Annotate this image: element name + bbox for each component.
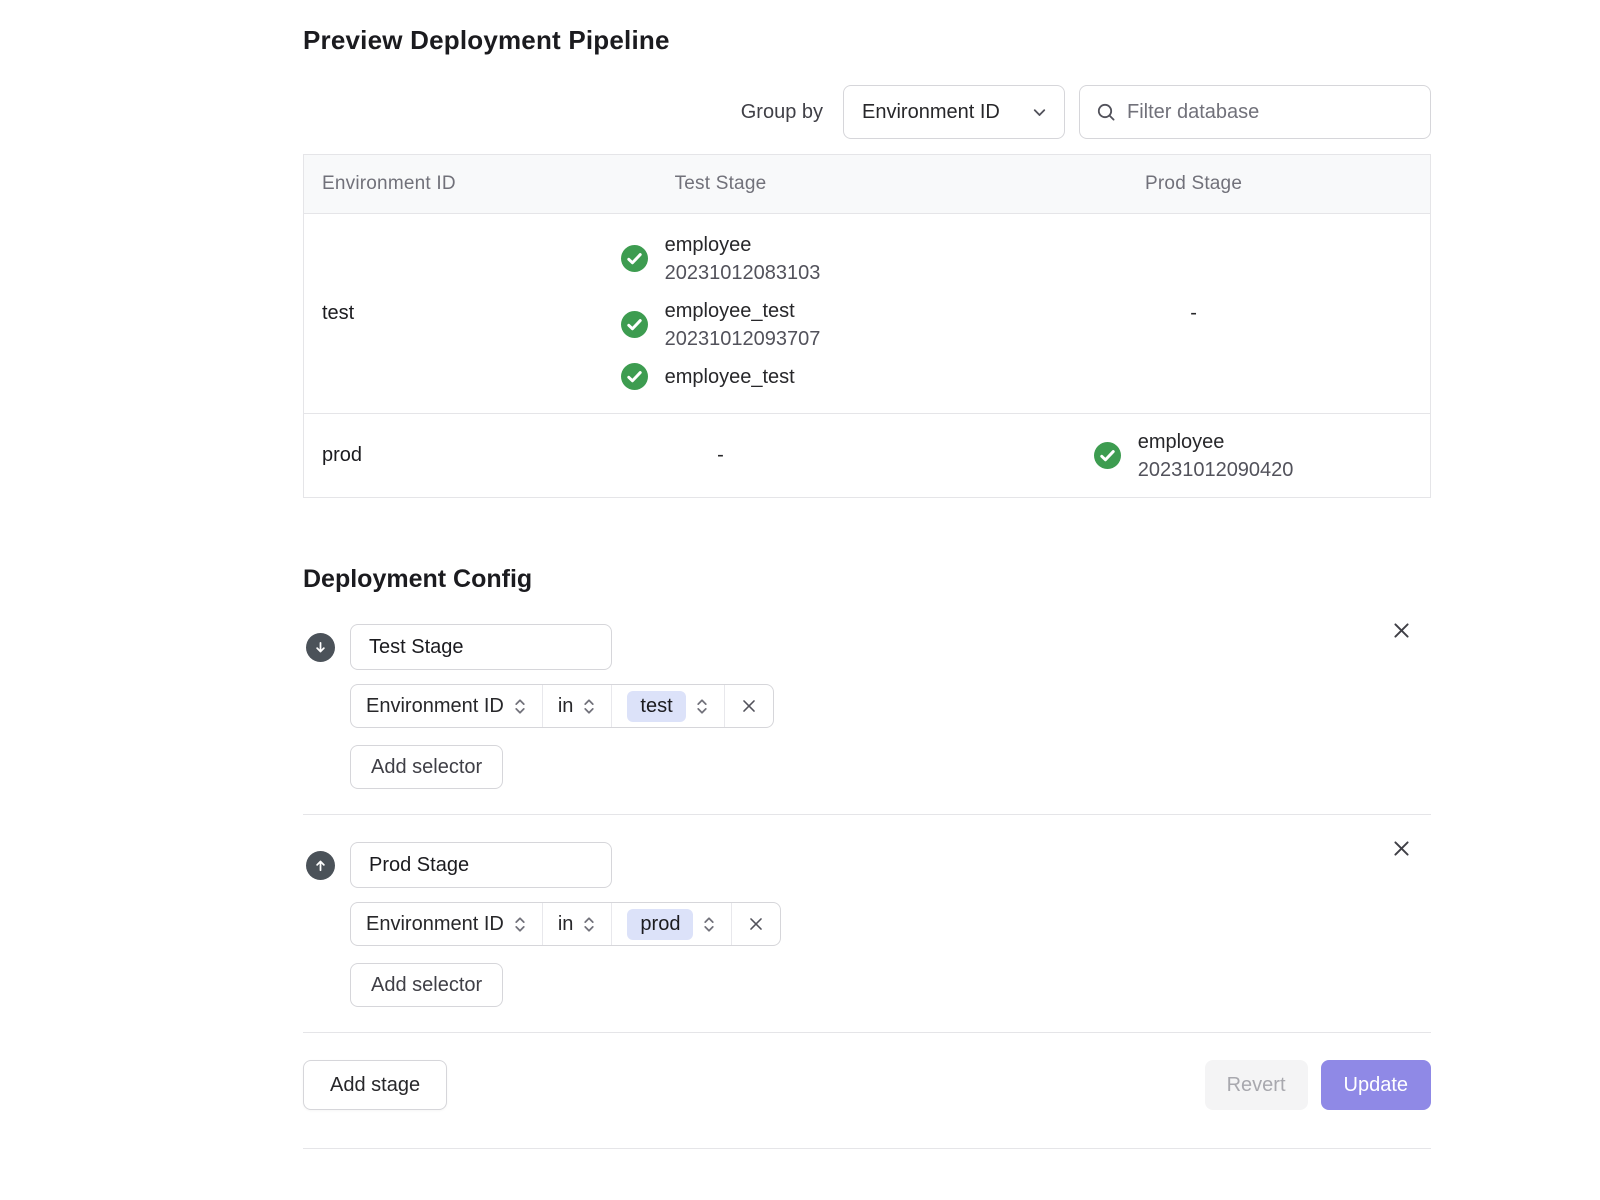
config-footer: Add stage Revert Update [303,1060,1431,1110]
stage-name-input[interactable] [350,624,612,670]
selector-rule: Environment ID in test [350,684,774,728]
add-selector-button[interactable]: Add selector [350,745,503,789]
database-entry: employee 20231012083103 [621,231,821,287]
test-stage-cell: - [484,414,957,498]
table-row: test employee 20231012083103 [304,214,1431,414]
selector-field-select[interactable]: Environment ID [351,685,542,727]
deployment-config-title: Deployment Config [303,564,1431,594]
table-header-row: Environment ID Test Stage Prod Stage [304,155,1431,214]
database-name: employee [665,231,821,259]
remove-stage-button[interactable] [1389,836,1414,861]
chevron-up-down-icon [582,697,596,716]
database-version: 20231012090420 [1138,456,1294,484]
selector-value-select[interactable]: prod [611,903,731,945]
section-divider [303,1032,1431,1033]
group-by-selected-value: Environment ID [862,101,1000,124]
update-button[interactable]: Update [1321,1060,1432,1110]
selector-operator-select[interactable]: in [542,903,612,945]
database-list: employee 20231012083103 employee_test 20… [621,231,821,391]
chevron-up-down-icon [702,915,716,934]
prod-stage-cell: employee 20231012090420 [957,414,1430,498]
check-circle-icon [621,311,648,338]
stage-config-test: Environment ID in test [303,624,1431,789]
table-row: prod - employee 20231012090420 [304,414,1431,498]
column-header-prod-stage: Prod Stage [957,155,1430,214]
arrow-down-icon [306,633,335,662]
column-header-environment-id: Environment ID [304,155,484,214]
chevron-up-down-icon [513,697,527,716]
filter-database-input[interactable] [1127,101,1414,124]
pipeline-toolbar: Group by Environment ID [303,85,1431,139]
database-entry: employee_test 20231012093707 [621,297,821,353]
deployment-pipeline-table: Environment ID Test Stage Prod Stage tes… [303,154,1431,498]
selector-rule: Environment ID in prod [350,902,781,946]
test-stage-cell: employee 20231012083103 employee_test 20… [484,214,957,414]
database-name: employee_test [665,297,821,325]
arrow-up-icon [306,851,335,880]
selector-field-value: Environment ID [366,913,504,936]
selector-operator-value: in [558,695,574,718]
section-divider [303,814,1431,815]
add-stage-button[interactable]: Add stage [303,1060,447,1110]
selector-value-select[interactable]: test [611,685,723,727]
chevron-up-down-icon [695,697,709,716]
empty-stage-placeholder: - [1190,302,1197,324]
close-icon [740,697,758,715]
close-icon [1391,838,1412,859]
environment-id-cell: prod [304,414,484,498]
selector-value-tag: test [627,691,685,722]
database-name: employee [1138,428,1294,456]
bottom-divider [303,1148,1431,1149]
selector-field-value: Environment ID [366,695,504,718]
search-icon [1096,102,1116,122]
selector-value-tag: prod [627,909,693,940]
database-version: 20231012083103 [665,259,821,287]
stage-name-input[interactable] [350,842,612,888]
database-version: 20231012093707 [665,325,821,353]
database-list: employee 20231012090420 [1094,428,1294,484]
revert-button[interactable]: Revert [1205,1060,1308,1110]
filter-database-box [1079,85,1431,139]
database-name: employee_test [665,363,795,391]
stage-config-prod: Environment ID in prod [303,842,1431,1007]
selector-field-select[interactable]: Environment ID [351,903,542,945]
close-icon [747,915,765,933]
remove-selector-button[interactable] [731,903,780,945]
selector-operator-value: in [558,913,574,936]
chevron-down-icon [1031,104,1048,121]
chevron-up-down-icon [582,915,596,934]
check-circle-icon [1094,442,1121,469]
remove-selector-button[interactable] [724,685,773,727]
database-entry: employee_test [621,363,821,391]
selector-operator-select[interactable]: in [542,685,612,727]
check-circle-icon [621,245,648,272]
check-circle-icon [621,363,648,390]
empty-stage-placeholder: - [717,444,724,466]
page-title: Preview Deployment Pipeline [303,24,1431,56]
group-by-select[interactable]: Environment ID [843,85,1065,139]
chevron-up-down-icon [513,915,527,934]
add-selector-button[interactable]: Add selector [350,963,503,1007]
database-entry: employee 20231012090420 [1094,428,1294,484]
prod-stage-cell: - [957,214,1430,414]
column-header-test-stage: Test Stage [484,155,957,214]
deployment-pipeline-panel: Preview Deployment Pipeline Group by Env… [303,24,1431,1149]
environment-id-cell: test [304,214,484,414]
close-icon [1391,620,1412,641]
group-by-label: Group by [741,101,823,124]
remove-stage-button[interactable] [1389,618,1414,643]
